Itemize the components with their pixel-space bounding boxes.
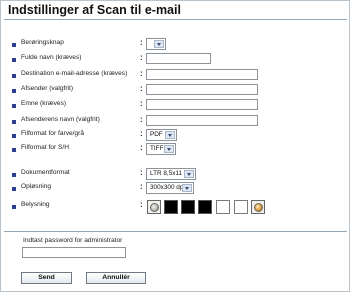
colon: : bbox=[140, 38, 143, 47]
sender-name-input[interactable] bbox=[146, 115, 258, 126]
touch-key-label: Berøringsknap bbox=[21, 39, 64, 46]
brightness-level-3[interactable] bbox=[198, 200, 212, 214]
brightness-level-2[interactable] bbox=[181, 200, 195, 214]
bullet-icon bbox=[12, 58, 16, 62]
sender-name-label: Afsenderens navn (valgfrit) bbox=[21, 116, 100, 123]
cancel-button[interactable]: Annullér bbox=[86, 272, 146, 284]
file-format-bw-label: Filformat for S/H bbox=[21, 144, 69, 151]
subject-label: Emne (kræves) bbox=[21, 100, 67, 107]
sender-label: Afsender (valgfrit) bbox=[21, 85, 74, 92]
chevron-down-icon[interactable] bbox=[182, 184, 192, 192]
form-row-full-name: Fulde navn (kræves) : bbox=[1, 53, 349, 67]
file-format-color-select[interactable]: PDF bbox=[146, 129, 177, 141]
bullet-icon bbox=[12, 89, 16, 93]
admin-divider bbox=[4, 231, 347, 232]
file-format-bw-value: TIFF bbox=[150, 145, 164, 152]
form-row-sender-name: Afsenderens navn (valgfrit) : bbox=[1, 115, 349, 129]
form-row-subject: Emne (kræves) : bbox=[1, 99, 349, 113]
brightness-level-5[interactable] bbox=[234, 200, 248, 214]
colon: : bbox=[140, 99, 143, 108]
file-format-bw-select[interactable]: TIFF bbox=[146, 143, 176, 155]
colon: : bbox=[140, 168, 143, 177]
brightness-level-1[interactable] bbox=[164, 200, 178, 214]
brightness-decrease-icon bbox=[150, 203, 159, 212]
form-row-brightness: Belysning : bbox=[1, 200, 349, 216]
bullet-icon bbox=[12, 134, 16, 138]
form-row-touch-key: Berøringsknap : bbox=[1, 38, 349, 52]
bullet-icon bbox=[12, 148, 16, 152]
brightness-label: Belysning bbox=[21, 201, 50, 208]
colon: : bbox=[140, 182, 143, 191]
document-format-select[interactable]: LTR 8,5x11 bbox=[146, 168, 196, 180]
form-row-resolution: Opløsning : 300x300 dpi bbox=[1, 182, 349, 196]
full-name-label: Fulde navn (kræves) bbox=[21, 54, 82, 61]
chevron-down-icon[interactable] bbox=[165, 131, 175, 139]
colon: : bbox=[140, 53, 143, 62]
form-row-file-format-color: Filformat for farve/grå : PDF bbox=[1, 129, 349, 143]
colon: : bbox=[140, 129, 143, 138]
document-format-label: Dokumentformat bbox=[21, 169, 70, 176]
brightness-increase-button[interactable] bbox=[251, 200, 265, 214]
brightness-increase-icon bbox=[254, 203, 263, 212]
title-divider bbox=[4, 19, 347, 20]
send-button[interactable]: Send bbox=[21, 272, 72, 284]
destination-email-label: Destination e-mail-adresse (kræves) bbox=[21, 70, 128, 77]
colon: : bbox=[140, 84, 143, 93]
colon: : bbox=[140, 200, 143, 209]
admin-password-input[interactable] bbox=[22, 247, 126, 258]
sender-input[interactable] bbox=[146, 84, 258, 95]
colon: : bbox=[140, 143, 143, 152]
subject-input[interactable] bbox=[146, 99, 258, 110]
form-row-sender: Afsender (valgfrit) : bbox=[1, 84, 349, 98]
resolution-value: 300x300 dpi bbox=[150, 184, 185, 191]
bullet-icon bbox=[12, 173, 16, 177]
form-row-destination-email: Destination e-mail-adresse (kræves) : bbox=[1, 69, 349, 83]
brightness-level-4[interactable] bbox=[216, 200, 230, 214]
page-title: Indstillinger af Scan til e-mail bbox=[8, 3, 181, 17]
bullet-icon bbox=[12, 120, 16, 124]
full-name-input[interactable] bbox=[146, 53, 211, 64]
colon: : bbox=[140, 115, 143, 124]
bullet-icon bbox=[12, 43, 16, 47]
destination-email-input[interactable] bbox=[146, 69, 258, 80]
bullet-icon bbox=[12, 187, 16, 191]
bullet-icon bbox=[12, 74, 16, 78]
bullet-icon bbox=[12, 104, 16, 108]
resolution-select[interactable]: 300x300 dpi bbox=[146, 182, 194, 194]
resolution-label: Opløsning bbox=[21, 183, 52, 190]
chevron-down-icon[interactable] bbox=[164, 145, 174, 153]
file-format-color-value: PDF bbox=[150, 131, 163, 138]
form-row-file-format-bw: Filformat for S/H : TIFF bbox=[1, 143, 349, 157]
bullet-icon bbox=[12, 205, 16, 209]
settings-panel: Indstillinger af Scan til e-mail Berørin… bbox=[0, 0, 350, 292]
chevron-down-icon[interactable] bbox=[154, 40, 164, 48]
file-format-color-label: Filformat for farve/grå bbox=[21, 130, 85, 137]
form-row-document-format: Dokumentformat : LTR 8,5x11 bbox=[1, 168, 349, 182]
touch-key-select[interactable] bbox=[146, 38, 166, 50]
admin-password-label: Indtast password for administrator bbox=[23, 237, 123, 244]
brightness-decrease-button[interactable] bbox=[147, 200, 161, 214]
colon: : bbox=[140, 69, 143, 78]
chevron-down-icon[interactable] bbox=[184, 170, 194, 178]
document-format-value: LTR 8,5x11 bbox=[150, 170, 183, 177]
